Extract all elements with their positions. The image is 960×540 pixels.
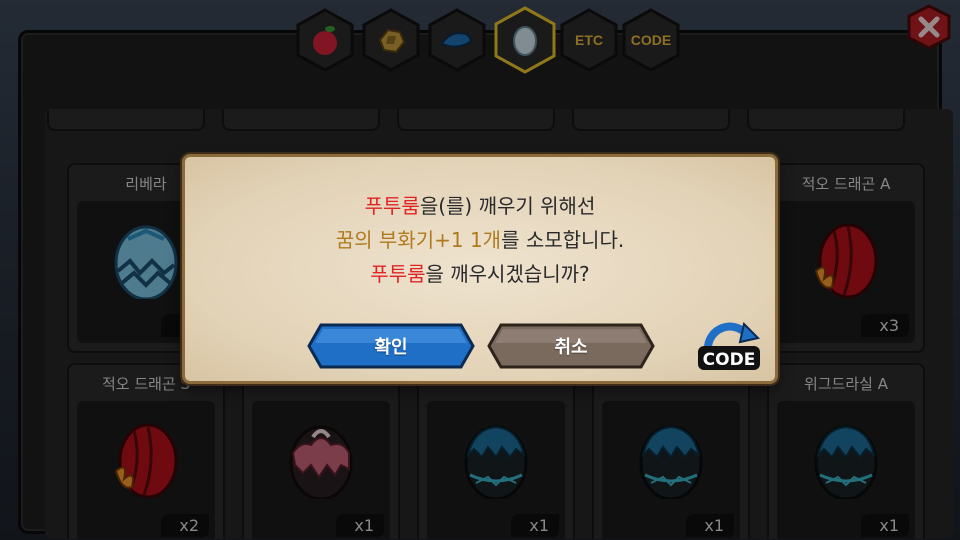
confirm-label: 확인	[374, 337, 408, 358]
cost-item: 꿈의 부화기+1 1개	[335, 228, 502, 252]
message-line-1: 푸투룸을(를) 깨우기 위해선	[185, 189, 775, 223]
message-text: 을 깨우시겠습니까?	[425, 262, 590, 286]
item-name: 푸투룸	[370, 262, 426, 286]
message-line-2: 꿈의 부화기+1 1개를 소모합니다.	[185, 223, 775, 257]
cancel-button[interactable]: 취소	[487, 323, 655, 369]
confirm-button[interactable]: 확인	[307, 323, 475, 369]
message-text: 을(를) 깨우기 위해선	[419, 194, 596, 218]
confirm-dialog: 푸투룸을(를) 깨우기 위해선 꿈의 부화기+1 1개를 소모합니다. 푸투룸을…	[182, 154, 778, 384]
dialog-message: 푸투룸을(를) 깨우기 위해선 꿈의 부화기+1 1개를 소모합니다. 푸투룸을…	[185, 189, 775, 291]
message-line-3: 푸투룸을 깨우시겠습니까?	[185, 257, 775, 291]
code-badge-button[interactable]: CODE	[696, 320, 762, 374]
code-refresh-icon: CODE	[698, 322, 760, 370]
code-badge-label: CODE	[703, 350, 756, 370]
cancel-label: 취소	[554, 337, 588, 358]
message-text: 를 소모합니다.	[501, 228, 625, 252]
item-name: 푸투룸	[364, 194, 420, 218]
